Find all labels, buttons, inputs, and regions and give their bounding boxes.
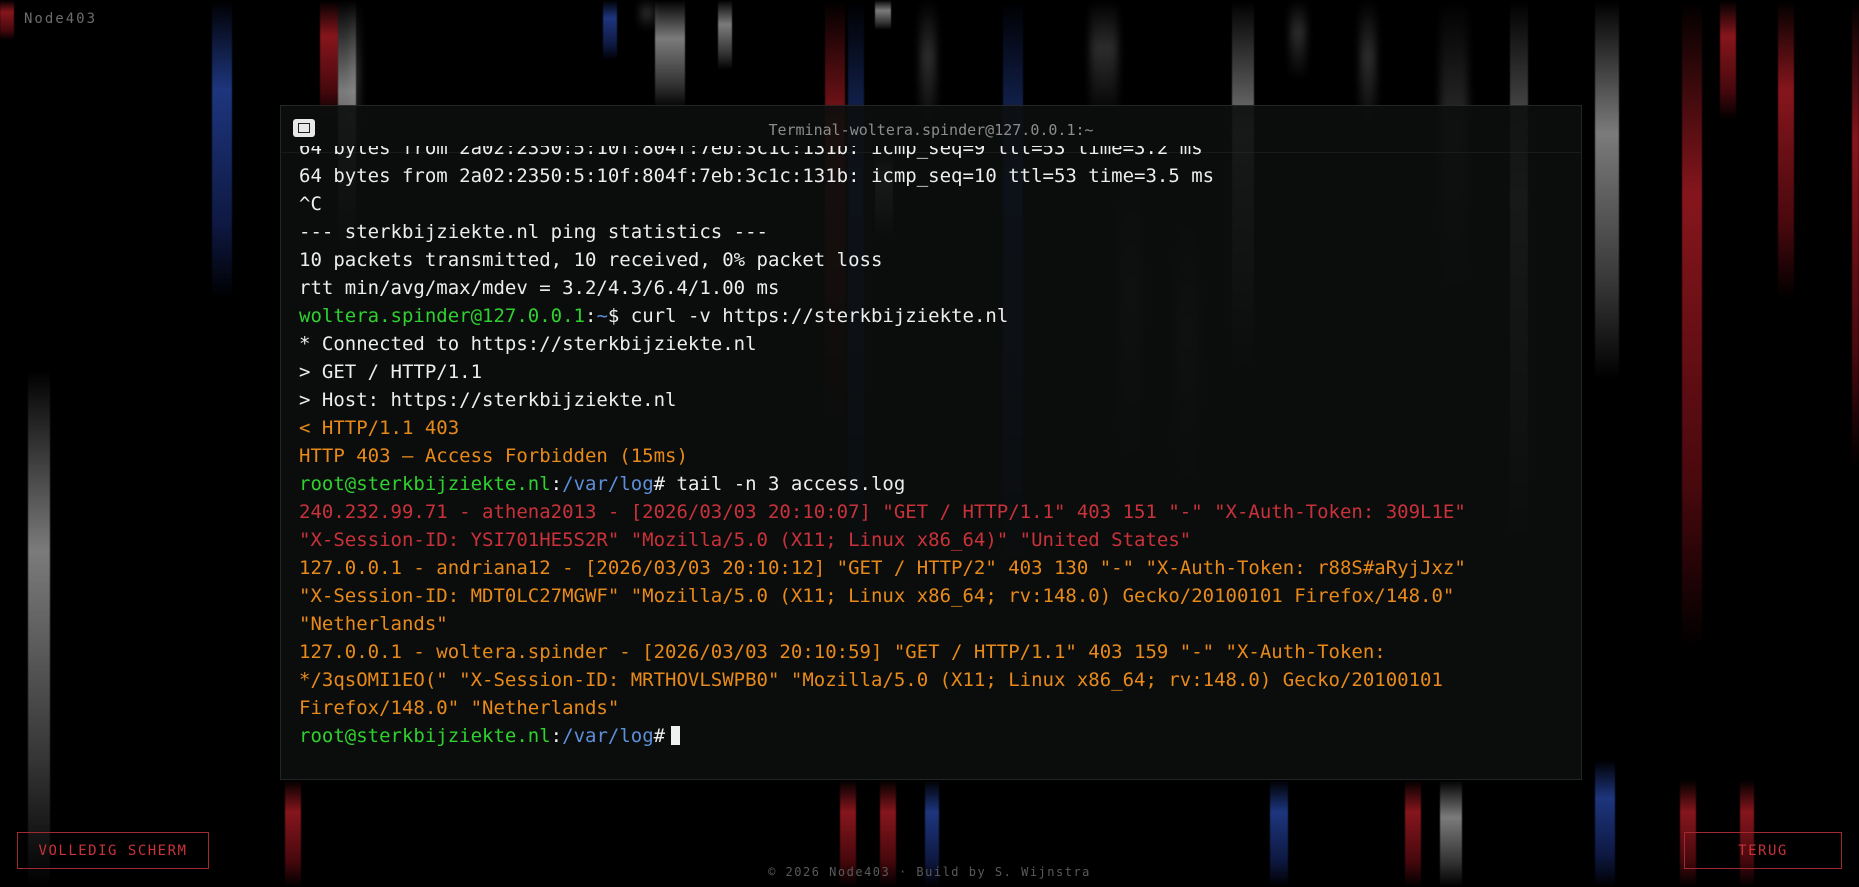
back-button[interactable]: TERUG [1684, 832, 1842, 869]
terminal-text-segment: root@sterkbijziekte.nl [299, 473, 551, 495]
rain-streak [718, 0, 732, 70]
terminal-line: HTTP 403 — Access Forbidden (15ms) [299, 442, 1561, 470]
fullscreen-button[interactable]: VOLLEDIG SCHERM [17, 832, 209, 869]
terminal-line: 127.0.0.1 - andriana12 - [2026/03/03 20:… [299, 554, 1561, 582]
terminal-line: 240.232.99.71 - athena2013 - [2026/03/03… [299, 498, 1561, 526]
terminal-line: "X-Session-ID: MDT0LC27MGWF" "Mozilla/5.… [299, 582, 1561, 610]
rain-streak [875, 0, 891, 30]
rain-streak [1595, 0, 1619, 380]
rain-streak [655, 0, 685, 110]
brand-logo: Node403 [24, 11, 98, 27]
rain-streak [1778, 0, 1794, 300]
terminal-text-segment: # tail -n 3 access.log [653, 473, 906, 495]
terminal-line: 10 packets transmitted, 10 received, 0% … [299, 246, 1561, 274]
terminal-text-segment: 240.232.99.71 - athena2013 - [2026/03/03… [299, 501, 1466, 523]
terminal-line: 127.0.0.1 - woltera.spinder - [2026/03/0… [299, 638, 1561, 666]
terminal-line: rtt min/avg/max/mdev = 3.2/4.3/6.4/1.00 … [299, 274, 1561, 302]
terminal-text-segment: Firefox/148.0" "Netherlands" [299, 697, 620, 719]
terminal-line: "X-Session-ID: YSI701HE5S2R" "Mozilla/5.… [299, 526, 1561, 554]
terminal-line: */3qsOMI1EO(" "X-Session-ID: MRTHOVLSWPB… [299, 666, 1561, 694]
terminal-text-segment: HTTP 403 — Access Forbidden (15ms) [299, 445, 688, 467]
terminal-line: ^C [299, 190, 1561, 218]
terminal-text-segment: > Host: https://sterkbijziekte.nl [299, 389, 677, 411]
rain-streak [1090, 0, 1118, 120]
terminal-title: Terminal-woltera.spinder@127.0.0.1:~ [768, 121, 1094, 139]
terminal-text-segment: 127.0.0.1 - andriana12 - [2026/03/03 20:… [299, 557, 1466, 579]
terminal-text-segment: --- sterkbijziekte.nl ping statistics --… [299, 221, 768, 243]
terminal-line: --- sterkbijziekte.nl ping statistics --… [299, 218, 1561, 246]
terminal-line: "Netherlands" [299, 610, 1561, 638]
terminal-prompt-line: root@sterkbijziekte.nl:/var/log# [299, 722, 1561, 750]
terminal-line: 64 bytes from 2a02:2350:5:10f:804f:7eb:3… [299, 146, 1561, 162]
terminal-line: > Host: https://sterkbijziekte.nl [299, 386, 1561, 414]
terminal-text-segment: 64 bytes from 2a02:2350:5:10f:804f:7eb:3… [299, 146, 1203, 159]
rain-streak [603, 0, 617, 60]
rain-streak [1290, 0, 1306, 80]
terminal-text-segment: 10 packets transmitted, 10 received, 0% … [299, 249, 883, 271]
terminal-text-segment: ~ [596, 305, 608, 327]
rain-streak [1852, 0, 1859, 470]
terminal-line: root@sterkbijziekte.nl:/var/log# tail -n… [299, 470, 1561, 498]
rain-streak [212, 0, 232, 300]
rain-streak [28, 370, 50, 887]
terminal-text-segment: : [584, 305, 597, 327]
terminal-text-segment: $ curl -v https://sterkbijziekte.nl [607, 305, 1009, 327]
terminal-text-segment: /var/log [562, 473, 654, 495]
rain-streak [640, 0, 654, 30]
terminal-text-segment: rtt min/avg/max/mdev = 3.2/4.3/6.4/1.00 … [299, 277, 780, 299]
terminal-text-segment: ^C [299, 193, 322, 215]
footer-credits: © 2026 Node403 · Build by S. Wijnstra [768, 865, 1091, 879]
terminal-line: * Connected to https://sterkbijziekte.nl [299, 330, 1561, 358]
terminal-text-segment: 127.0.0.1 - woltera.spinder - [2026/03/0… [299, 641, 1386, 663]
rain-streak [1682, 0, 1702, 650]
terminal-text-segment: */3qsOMI1EO(" "X-Session-ID: MRTHOVLSWPB… [299, 669, 1443, 691]
terminal-text-segment: "X-Session-ID: YSI701HE5S2R" "Mozilla/5.… [299, 529, 1192, 551]
rain-streak [0, 0, 14, 40]
terminal-line: > GET / HTTP/1.1 [299, 358, 1561, 386]
terminal-window[interactable]: Terminal-woltera.spinder@127.0.0.1:~ 64 … [280, 105, 1582, 780]
terminal-text-segment: root@sterkbijziekte.nl [299, 725, 551, 747]
terminal-text-segment: : [550, 473, 563, 495]
rain-streak [1720, 0, 1736, 120]
terminal-text-segment: "Netherlands" [299, 613, 448, 635]
terminal-text-segment: * Connected to https://sterkbijziekte.nl [299, 333, 757, 355]
terminal-line: < HTTP/1.1 403 [299, 414, 1561, 442]
terminal-text-segment: "X-Session-ID: MDT0LC27MGWF" "Mozilla/5.… [299, 585, 1455, 607]
terminal-text-segment: /var/log [562, 725, 654, 747]
terminal-text-segment: 64 bytes from 2a02:2350:5:10f:804f:7eb:3… [299, 165, 1215, 187]
terminal-output[interactable]: 64 bytes from 2a02:2350:5:10f:804f:7eb:3… [299, 146, 1561, 779]
terminal-line: 64 bytes from 2a02:2350:5:10f:804f:7eb:3… [299, 162, 1561, 190]
terminal-text-segment: > GET / HTTP/1.1 [299, 361, 483, 383]
terminal-text-segment: # [653, 725, 666, 747]
rain-streak [320, 0, 338, 120]
terminal-text-segment: woltera.spinder@127.0.0.1 [299, 305, 585, 327]
terminal-cursor [671, 726, 681, 745]
terminal-text-segment: : [550, 725, 563, 747]
terminal-text-segment: < HTTP/1.1 403 [299, 417, 460, 439]
terminal-line: woltera.spinder@127.0.0.1:~$ curl -v htt… [299, 302, 1561, 330]
terminal-line: Firefox/148.0" "Netherlands" [299, 694, 1561, 722]
